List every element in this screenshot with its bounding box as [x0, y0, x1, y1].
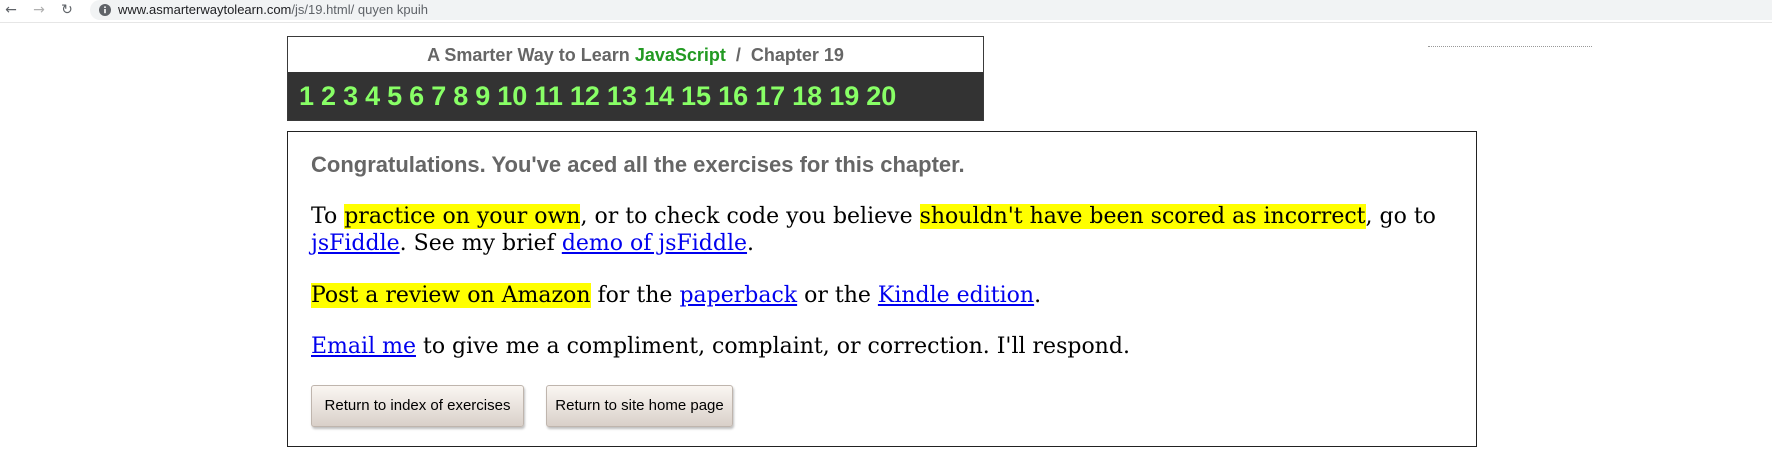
chapter-link-3[interactable]: 3	[343, 72, 358, 120]
chapter-header: A Smarter Way to Learn JavaScript / Chap…	[287, 36, 984, 121]
back-arrow-icon[interactable]: ←	[2, 1, 20, 19]
browser-toolbar: ← → ↻ www.asmarterwaytolearn.com/js/19.h…	[0, 0, 1772, 23]
chapter-link-6[interactable]: 6	[409, 72, 424, 120]
kindle-edition-link[interactable]: Kindle edition	[878, 283, 1034, 308]
chapter-link-5[interactable]: 5	[387, 72, 402, 120]
chapter-link-2[interactable]: 2	[321, 72, 336, 120]
demo-jsfiddle-link[interactable]: demo of jsFiddle	[562, 231, 747, 256]
chapter-link-14[interactable]: 14	[644, 72, 674, 120]
title-prefix: A Smarter Way to Learn	[427, 45, 635, 65]
email-me-link[interactable]: Email me	[311, 334, 416, 359]
chapter-link-4[interactable]: 4	[365, 72, 380, 120]
chapter-link-19[interactable]: 19	[829, 72, 859, 120]
page-title: A Smarter Way to Learn JavaScript / Chap…	[288, 37, 983, 71]
chapter-link-9[interactable]: 9	[475, 72, 490, 120]
p1-text-1: To	[311, 204, 345, 229]
site-info-icon[interactable]	[98, 3, 112, 17]
email-paragraph: Email me to give me a compliment, compla…	[311, 333, 1451, 360]
chapter-link-16[interactable]: 16	[718, 72, 748, 120]
chapter-link-17[interactable]: 17	[755, 72, 785, 120]
p2-text-1: for the	[590, 283, 680, 308]
chapter-nav: 1 2 3 4 5 6 7 8 9 10 11 12 13 14 15 16 1…	[288, 72, 983, 120]
url-path: /js/19.html/ quyen kpuih	[291, 2, 428, 17]
p1-text-2: , or to check code you believe	[580, 204, 920, 229]
chapter-link-7[interactable]: 7	[431, 72, 446, 120]
highlight-review: Post a review on Amazon	[311, 283, 591, 308]
chapter-link-13[interactable]: 13	[607, 72, 637, 120]
chapter-link-8[interactable]: 8	[453, 72, 468, 120]
chapter-link-10[interactable]: 10	[497, 72, 527, 120]
url-text[interactable]: www.asmarterwaytolearn.com/js/19.html/ q…	[118, 2, 428, 17]
practice-paragraph: To practice on your own, or to check cod…	[311, 203, 1451, 257]
return-to-home-button[interactable]: Return to site home page	[546, 385, 733, 427]
p1-text-3: , go to	[1365, 204, 1436, 229]
chapter-link-11[interactable]: 11	[534, 72, 563, 120]
chapter-link-1[interactable]: 1	[299, 72, 314, 120]
address-bar[interactable]: www.asmarterwaytolearn.com/js/19.html/ q…	[90, 0, 1772, 20]
chapter-link-18[interactable]: 18	[792, 72, 822, 120]
url-domain: www.asmarterwaytolearn.com	[118, 2, 292, 17]
chapter-link-15[interactable]: 15	[681, 72, 711, 120]
p1-text-5: .	[747, 231, 755, 256]
review-paragraph: Post a review on Amazon for the paperbac…	[311, 282, 1451, 309]
dotted-separator	[1428, 46, 1592, 47]
congratulations-heading: Congratulations. You've aced all the exe…	[311, 152, 965, 177]
p3-text-1: to give me a compliment, complaint, or c…	[415, 334, 1130, 359]
paperback-link[interactable]: paperback	[679, 283, 797, 308]
completion-panel: Congratulations. You've aced all the exe…	[287, 131, 1477, 447]
title-javascript: JavaScript	[634, 45, 726, 65]
highlight-scored-incorrect: shouldn't have been scored as incorrect	[919, 204, 1366, 229]
p2-text-2: or the	[797, 283, 878, 308]
chapter-link-12[interactable]: 12	[570, 72, 600, 120]
reload-icon[interactable]: ↻	[58, 1, 76, 19]
p2-text-3: .	[1034, 283, 1042, 308]
highlight-practice: practice on your own	[344, 204, 581, 229]
forward-arrow-icon[interactable]: →	[30, 1, 48, 19]
jsfiddle-link[interactable]: jsFiddle	[311, 231, 400, 256]
p1-text-4: . See my brief	[399, 231, 562, 256]
chapter-link-20[interactable]: 20	[866, 72, 896, 120]
title-chapter: / Chapter 19	[725, 45, 844, 65]
return-to-index-button[interactable]: Return to index of exercises	[311, 385, 524, 427]
